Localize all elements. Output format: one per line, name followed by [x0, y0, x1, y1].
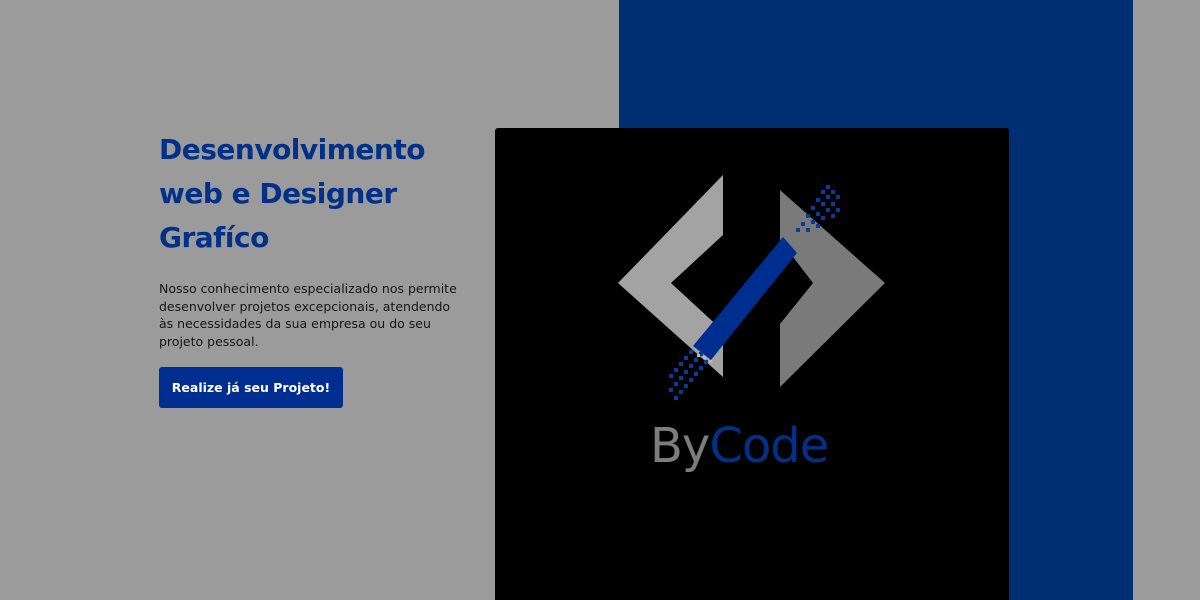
pixel-decoration-top	[796, 185, 840, 232]
code-brackets-icon: ByCode	[618, 175, 885, 474]
hero-description: Nosso conhecimento especializado nos per…	[159, 281, 457, 349]
logo-card: ByCode	[495, 128, 1009, 600]
brand-by: By	[650, 418, 709, 474]
right-bracket-shape	[780, 190, 885, 387]
hero-text-block: Desenvolvimento web e Designer Grafíco N…	[159, 128, 479, 350]
hero-title: Desenvolvimento web e Designer Grafíco	[159, 133, 425, 254]
svg-text:ByCode: ByCode	[650, 418, 828, 474]
brand-code: Code	[709, 418, 828, 474]
hero-section: Desenvolvimento web e Designer Grafíco N…	[0, 0, 1200, 600]
cta-button[interactable]: Realize já seu Projeto!	[159, 367, 343, 408]
